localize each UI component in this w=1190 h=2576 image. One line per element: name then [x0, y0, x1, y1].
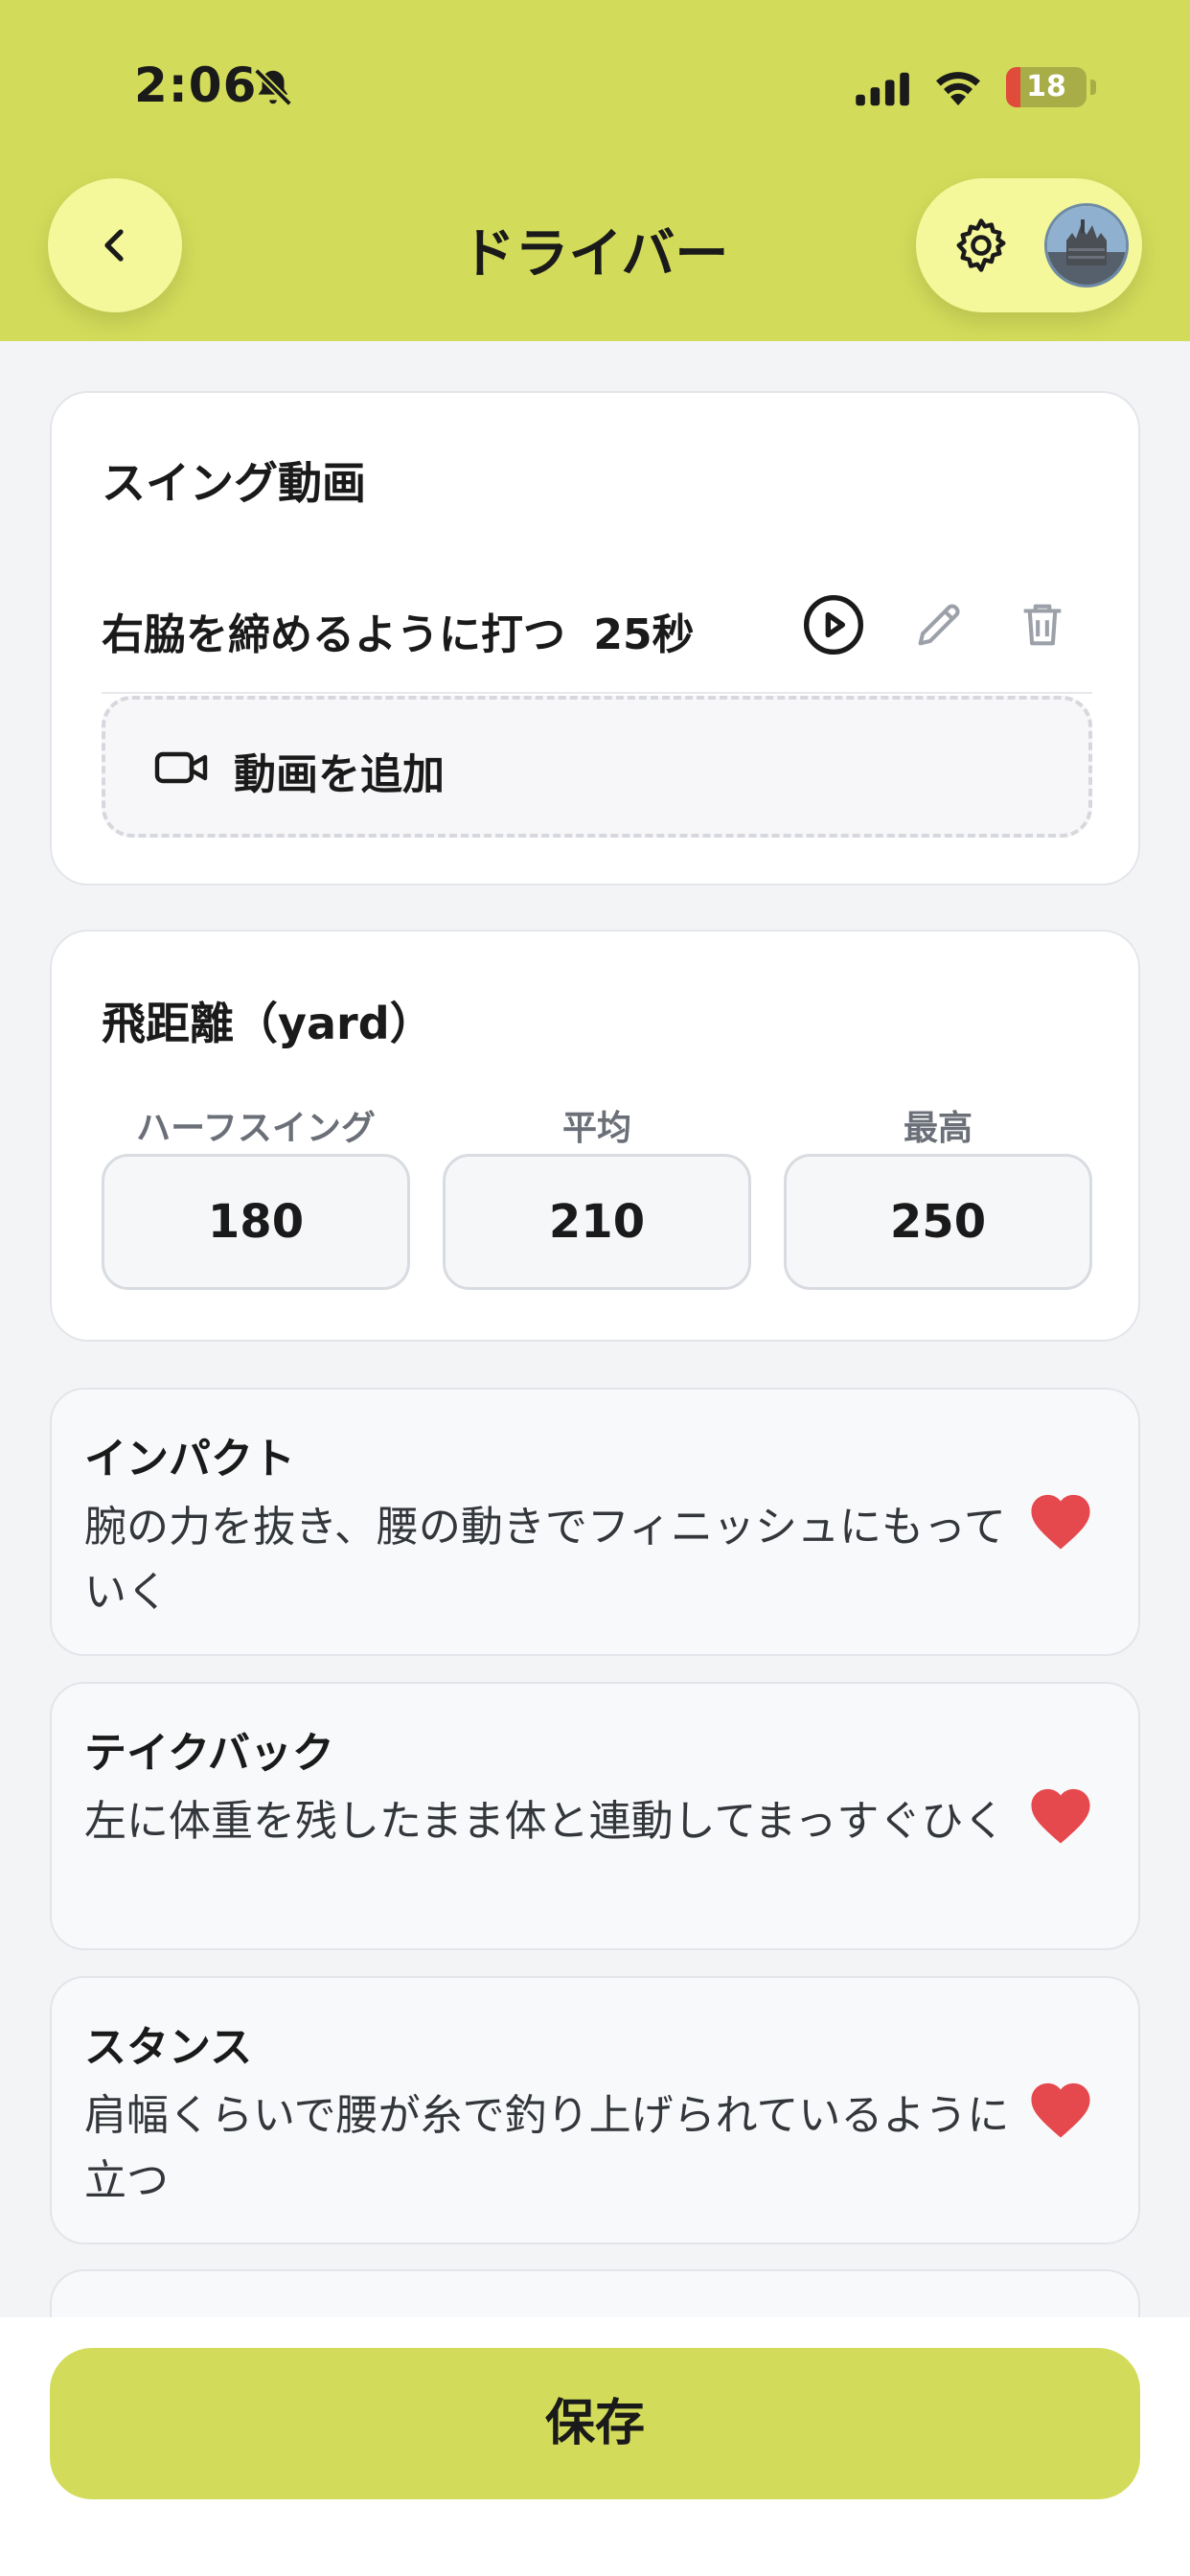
edit-video-button[interactable] [903, 588, 975, 661]
gear-icon [956, 218, 1006, 272]
bottom-bar: 保存 [0, 2317, 1190, 2576]
play-video-button[interactable] [797, 588, 870, 661]
point-description: 左に体重を残したまま体と連動してまっすぐひく [84, 1797, 1006, 1846]
play-circle-icon [803, 594, 864, 656]
battery-cap [1090, 80, 1096, 95]
point-card[interactable]: スタンス 肩幅くらいで腰が糸で釣り上げられているように立つ [50, 1976, 1140, 2244]
distance-average-label: 平均 [561, 1109, 631, 1148]
distance-max-input[interactable]: 250 [784, 1154, 1092, 1290]
distance-average-input[interactable]: 210 [443, 1154, 751, 1290]
distance-card: 飛距離（yard） ハーフスイング 平均 最高 180 210 250 [50, 930, 1140, 1342]
back-button[interactable] [48, 178, 182, 312]
swing-video-card: スイング動画 右脇を締めるように打つ 25秒 動画を追加 [50, 391, 1140, 886]
heart-icon[interactable] [1027, 1783, 1094, 1845]
status-time: 2:06 [134, 58, 258, 113]
swing-video-title: スイング動画 [102, 457, 366, 509]
cellular-signal-icon [856, 72, 909, 106]
distance-title: 飛距離（yard） [102, 998, 434, 1049]
video-camera-icon [154, 751, 208, 784]
wifi-icon [936, 72, 980, 105]
point-description: 肩幅くらいで腰が糸で釣り上げられているように立つ [84, 2091, 1010, 2205]
point-title: インパクト [84, 1435, 295, 1484]
point-card[interactable]: インパクト 腕の力を抜き、腰の動きでフィニッシュにもっていく [50, 1388, 1140, 1656]
heart-icon[interactable] [1027, 1489, 1094, 1551]
heart-icon[interactable] [1027, 2078, 1094, 2139]
save-button[interactable]: 保存 [50, 2348, 1140, 2499]
battery-level-text: 18 [1026, 70, 1066, 104]
video-item-label: 右脇を締めるように打つ [102, 610, 565, 659]
delete-video-button[interactable] [1006, 588, 1079, 661]
header-actions [916, 178, 1142, 312]
status-bar: 2:06 18 [0, 0, 1190, 172]
pencil-icon [918, 604, 960, 646]
avatar-image [1047, 206, 1126, 285]
battery-indicator: 18 [1006, 67, 1087, 107]
settings-button[interactable] [945, 209, 1018, 282]
add-video-button[interactable]: 動画を追加 [102, 696, 1092, 838]
bell-slash-icon [254, 68, 292, 106]
point-title: スタンス [84, 2023, 253, 2072]
trash-icon [1023, 604, 1062, 646]
point-title: テイクバック [84, 1729, 334, 1778]
add-video-label: 動画を追加 [234, 750, 445, 799]
distance-half-label: ハーフスイング [136, 1109, 376, 1148]
video-item-duration: 25秒 [593, 610, 695, 659]
chevron-left-icon [104, 229, 124, 262]
distance-max-label: 最高 [903, 1109, 973, 1148]
video-item-title[interactable]: 右脇を締めるように打つ 25秒 [102, 600, 695, 661]
point-card[interactable]: テイクバック 左に体重を残したまま体と連動してまっすぐひく [50, 1682, 1140, 1950]
page-title: ドライバー [461, 223, 729, 286]
avatar[interactable] [1044, 203, 1129, 288]
point-description: 腕の力を抜き、腰の動きでフィニッシュにもっていく [84, 1503, 1006, 1617]
header: 2:06 18 ドライバー [0, 0, 1190, 341]
divider [102, 692, 1092, 694]
distance-half-input[interactable]: 180 [102, 1154, 410, 1290]
